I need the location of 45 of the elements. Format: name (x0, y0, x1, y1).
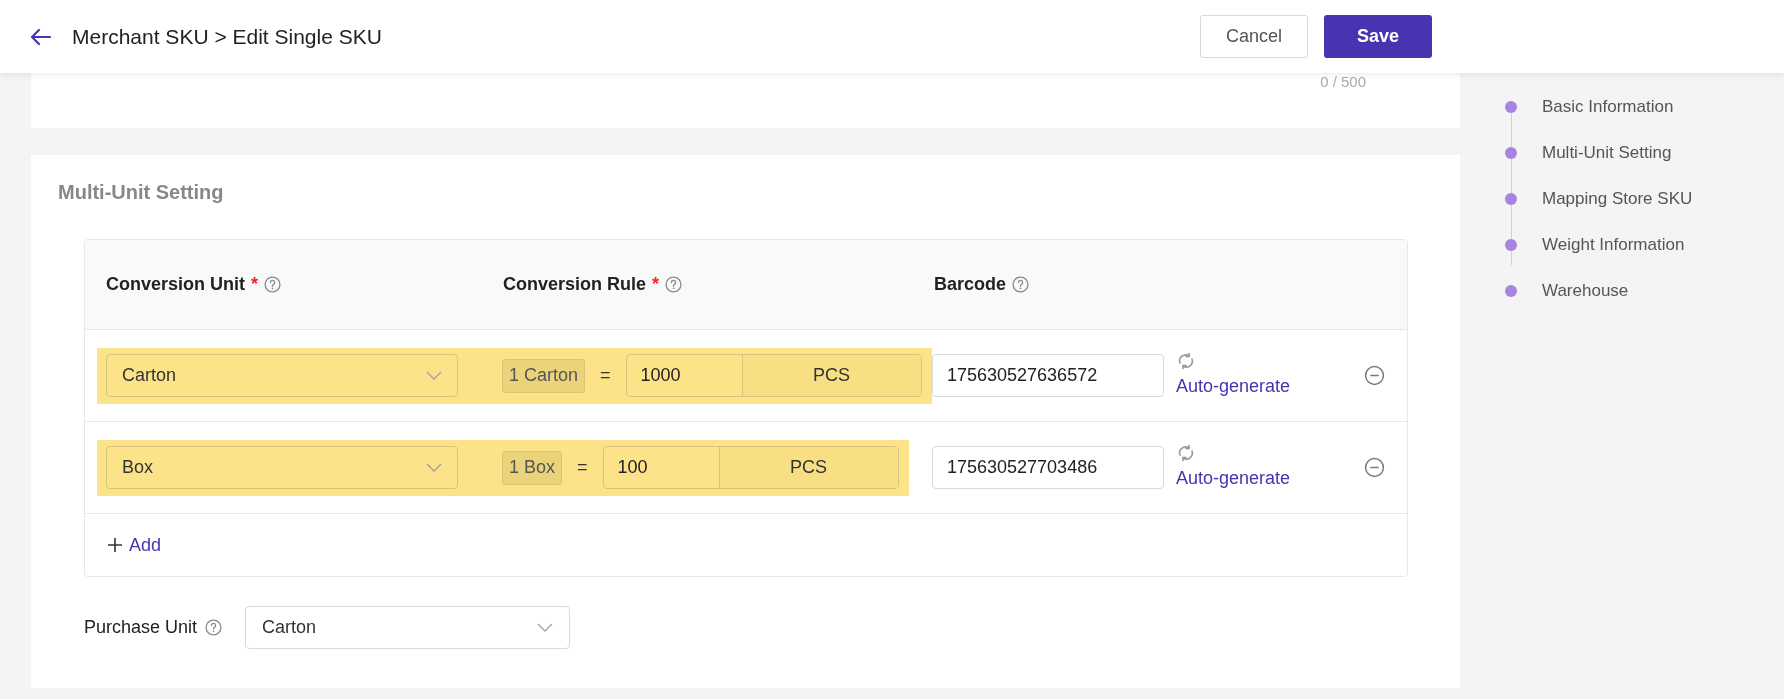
character-counter: 0 / 500 (1320, 74, 1366, 92)
anchor-link[interactable]: Mapping Store SKU (1542, 186, 1693, 212)
save-button[interactable]: Save (1324, 15, 1432, 58)
column-header: Conversion Unit (106, 273, 245, 296)
barcode-field[interactable]: 175630527703486 (932, 446, 1164, 489)
help-icon (264, 276, 282, 293)
auto-generate-link[interactable]: Auto-generate (1176, 465, 1291, 492)
auto-generate-link[interactable]: Auto-generate (1176, 373, 1291, 400)
cancel-button[interactable]: Cancel (1200, 15, 1308, 58)
required-mark: * (251, 273, 259, 296)
unit-select[interactable]: Box (106, 446, 458, 489)
field-label: Purchase Unit (84, 616, 198, 639)
remove-icon[interactable] (1364, 457, 1385, 478)
base-unit-label: PCS (742, 355, 921, 396)
chevron-down-icon (426, 370, 442, 381)
plus-icon (107, 537, 123, 553)
column-header: Conversion Rule (503, 273, 647, 296)
refresh-icon[interactable] (1176, 351, 1196, 371)
required-mark: * (652, 273, 660, 296)
page-title: Merchant SKU > Edit Single SKU (72, 23, 382, 50)
purchase-unit-select[interactable]: Carton (245, 606, 571, 649)
refresh-icon[interactable] (1176, 443, 1196, 463)
help-icon (205, 619, 223, 636)
base-unit-label: PCS (719, 447, 898, 488)
chevron-down-icon (537, 622, 554, 633)
anchor-link[interactable]: Multi-Unit Setting (1542, 140, 1672, 166)
equals-sign: = (577, 456, 588, 479)
unit-select[interactable]: Carton (106, 354, 458, 397)
barcode-field[interactable]: 175630527636572 (932, 354, 1164, 397)
remove-icon[interactable] (1364, 365, 1385, 386)
anchor-link[interactable]: Warehouse (1542, 278, 1629, 304)
help-icon (1012, 276, 1030, 293)
section-title: Multi-Unit Setting (58, 180, 225, 205)
column-header: Barcode (934, 273, 1007, 296)
quantity-field[interactable]: 1000 (626, 355, 743, 396)
chevron-down-icon (426, 462, 442, 473)
anchor-link[interactable]: Basic Information (1542, 94, 1674, 120)
equals-sign: = (600, 364, 611, 387)
back-arrow-icon[interactable] (30, 27, 52, 46)
unit-tag: 1 Box (502, 450, 563, 485)
anchor-link[interactable]: Weight Information (1542, 232, 1685, 258)
add-button[interactable]: Add (107, 531, 162, 559)
unit-tag: 1 Carton (502, 358, 586, 393)
help-icon (665, 276, 683, 293)
quantity-field[interactable]: 100 (603, 447, 720, 488)
